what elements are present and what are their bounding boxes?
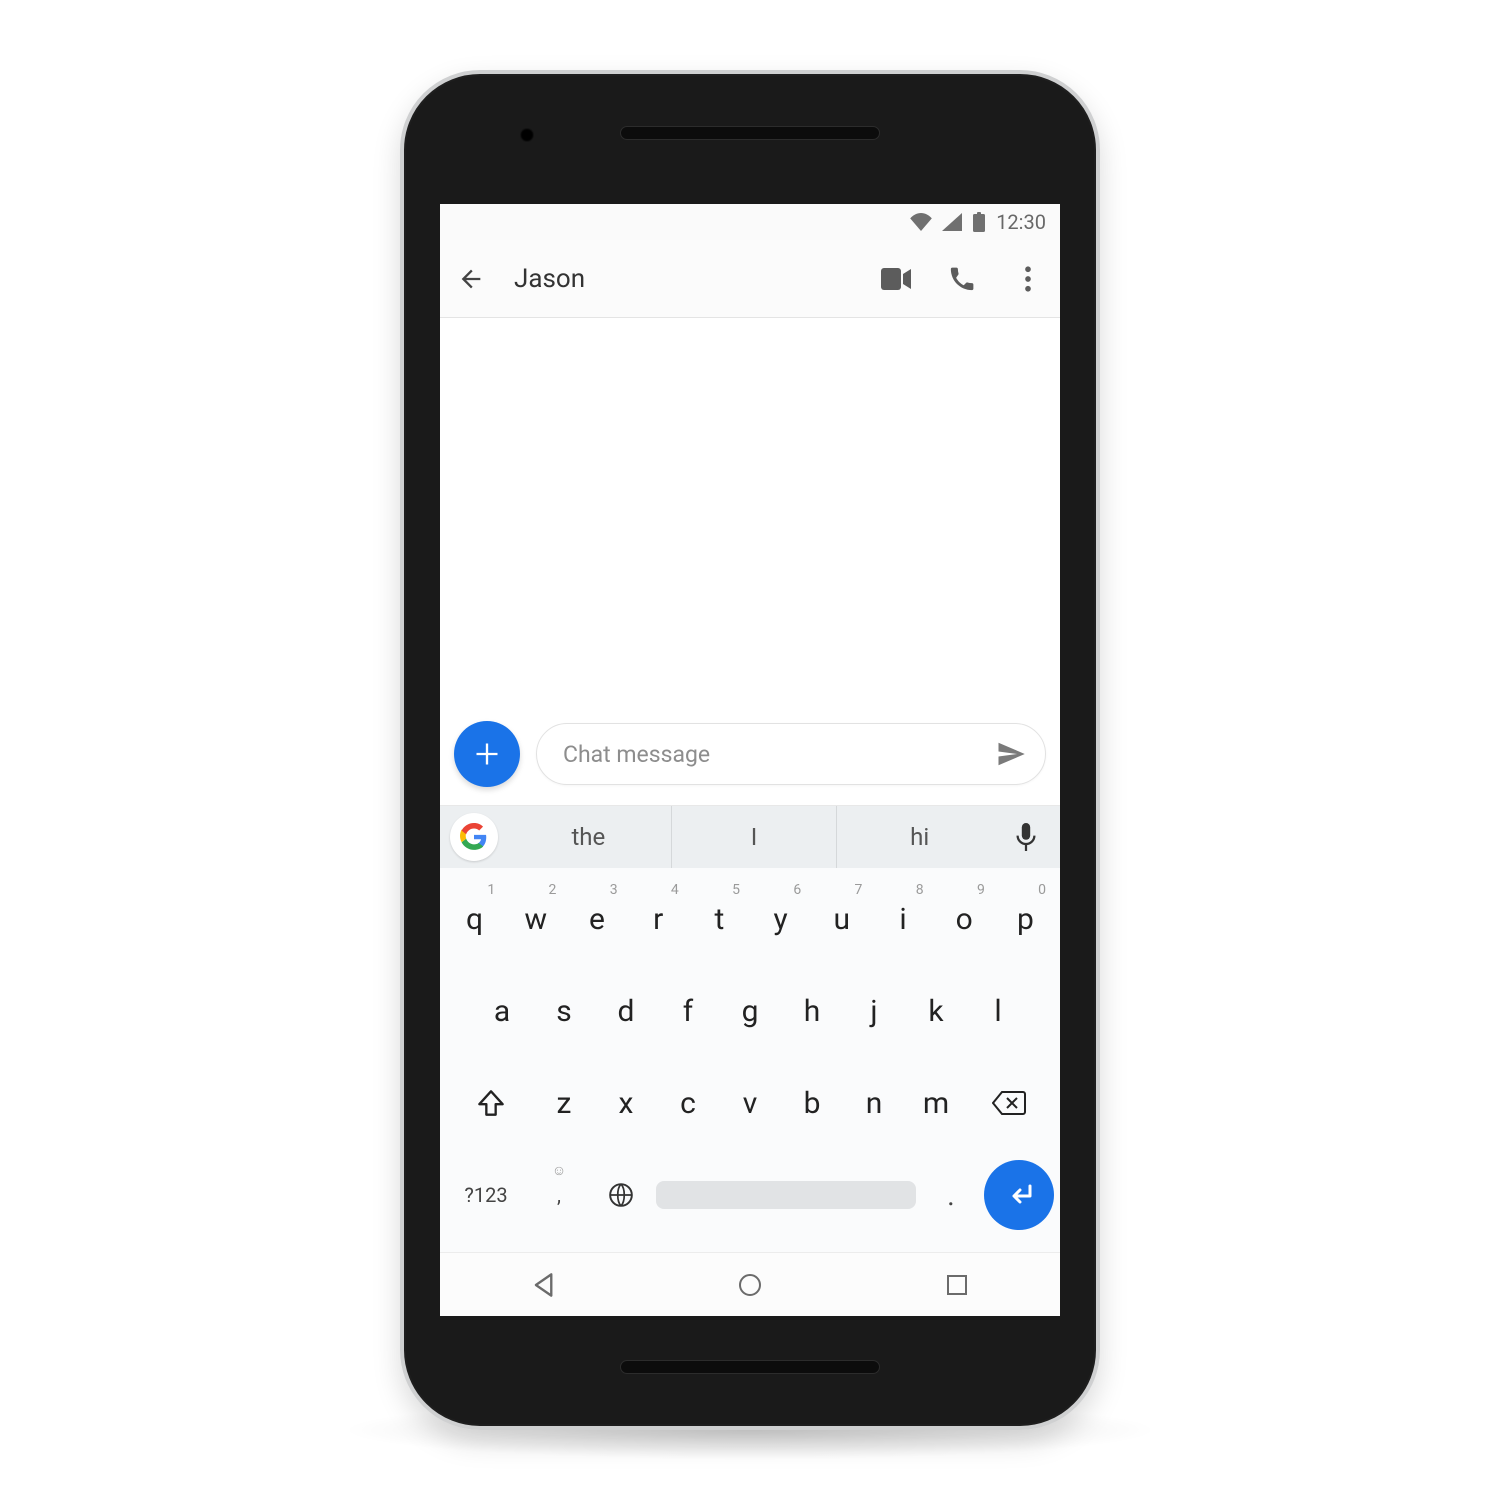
key-n[interactable]: n [845,1062,903,1144]
space-key[interactable] [656,1160,916,1230]
more-menu-button[interactable] [1012,263,1044,295]
google-search-button[interactable] [450,813,498,861]
enter-key[interactable] [984,1160,1054,1230]
key-hint: 5 [732,882,740,898]
key-b[interactable]: b [783,1062,841,1144]
key-hint: 0 [1038,882,1046,898]
earpiece-speaker [620,126,880,140]
keyboard: the I hi q1w2e3r4t5y6u7i8o9p0 asdfghjkl [440,805,1060,1252]
key-y[interactable]: y6 [752,878,809,960]
app-bar: Jason [440,240,1060,318]
phone-frame: 12:30 Jason [400,70,1100,1430]
suggestion-bar: the I hi [440,806,1060,868]
navigation-bar [440,1252,1060,1316]
suggestion-2[interactable]: I [671,806,837,868]
nav-back-button[interactable] [526,1268,560,1302]
send-button[interactable] [995,738,1027,770]
battery-icon [972,212,986,232]
key-hint: 6 [793,882,801,898]
nav-recents-button[interactable] [940,1268,974,1302]
key-hint: 1 [487,882,495,898]
key-c[interactable]: c [659,1062,717,1144]
key-hint: 8 [916,882,924,898]
message-input[interactable]: Chat message [536,723,1046,785]
language-key[interactable] [592,1154,650,1236]
bottom-speaker [620,1360,880,1374]
suggestion-3[interactable]: hi [836,806,1002,868]
clock: 12:30 [996,210,1046,234]
emoji-icon: ☺ [552,1162,566,1179]
period-key[interactable]: . [922,1154,980,1236]
back-button[interactable] [456,264,486,294]
cell-signal-icon [942,213,962,231]
key-x[interactable]: x [597,1062,655,1144]
key-k[interactable]: k [907,970,965,1052]
key-u[interactable]: u7 [813,878,870,960]
key-hint: 3 [610,882,618,898]
compose-bar: Chat message [440,709,1060,805]
key-r[interactable]: r4 [630,878,687,960]
call-button[interactable] [946,263,978,295]
suggestion-1[interactable]: the [506,806,671,868]
front-camera [520,128,534,142]
nav-home-button[interactable] [733,1268,767,1302]
key-m[interactable]: m [907,1062,965,1144]
key-l[interactable]: l [969,970,1027,1052]
phone-top-bezel [404,74,1096,204]
comma-label: , [557,1183,561,1207]
phone-bottom-bezel [404,1316,1096,1426]
key-hint: 2 [549,882,557,898]
backspace-key[interactable] [969,1062,1049,1144]
key-f[interactable]: f [659,970,717,1052]
key-d[interactable]: d [597,970,655,1052]
contact-name: Jason [514,264,852,294]
key-g[interactable]: g [721,970,779,1052]
key-hint: 7 [855,882,863,898]
wifi-icon [910,213,932,231]
shift-key[interactable] [451,1062,531,1144]
key-hint: 9 [977,882,985,898]
comma-key[interactable]: ☺ , [530,1154,588,1236]
key-p[interactable]: p0 [997,878,1054,960]
key-q[interactable]: q1 [446,878,503,960]
key-s[interactable]: s [535,970,593,1052]
conversation-area[interactable] [440,318,1060,709]
key-j[interactable]: j [845,970,903,1052]
key-h[interactable]: h [783,970,841,1052]
key-z[interactable]: z [535,1062,593,1144]
key-v[interactable]: v [721,1062,779,1144]
key-w[interactable]: w2 [507,878,564,960]
key-i[interactable]: i8 [874,878,931,960]
key-e[interactable]: e3 [568,878,625,960]
message-placeholder: Chat message [563,741,995,768]
videocall-button[interactable] [880,263,912,295]
key-o[interactable]: o9 [936,878,993,960]
screen: 12:30 Jason [440,204,1060,1316]
status-bar: 12:30 [440,204,1060,240]
key-a[interactable]: a [473,970,531,1052]
key-hint: 4 [671,882,679,898]
key-t[interactable]: t5 [691,878,748,960]
symbols-key[interactable]: ?123 [446,1154,526,1236]
voice-input-button[interactable] [1002,823,1050,851]
attach-button[interactable] [454,721,520,787]
